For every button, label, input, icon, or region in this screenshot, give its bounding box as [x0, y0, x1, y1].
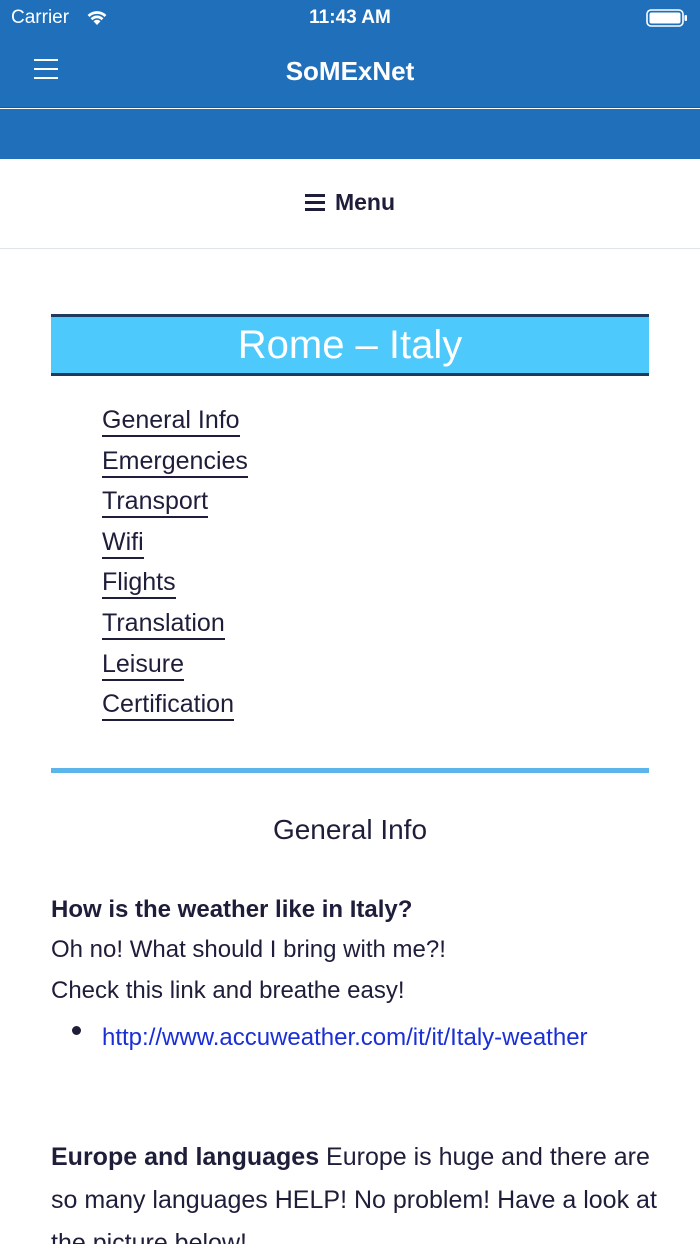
list-item: Emergencies — [102, 446, 248, 488]
link-general-info[interactable]: General Info — [102, 406, 240, 437]
list-item: Flights — [102, 568, 248, 609]
link-flights[interactable]: Flights — [102, 568, 176, 600]
battery-icon — [646, 9, 687, 27]
list-item: Leisure — [102, 649, 248, 691]
list-item: Transport — [102, 487, 248, 528]
status-time: 11:43 AM — [309, 7, 391, 28]
section-divider — [51, 768, 649, 773]
section-link-list: General Info Emergencies Transport Wifi … — [102, 406, 248, 731]
section-heading: General Info — [272, 814, 428, 845]
menu-toggle-button[interactable]: Menu — [0, 189, 700, 216]
weather-question: How is the weather like in Italy? — [51, 896, 413, 923]
link-wifi[interactable]: Wifi — [102, 527, 144, 559]
page-title: Rome – Italy — [237, 323, 463, 367]
link-emergencies[interactable]: Emergencies — [102, 446, 248, 478]
europe-heading: Europe and languages — [51, 1143, 320, 1171]
page-title-banner: Rome – Italy — [51, 314, 649, 376]
weather-link[interactable]: http://www.accuweather.com/it/it/Italy-w… — [102, 1017, 602, 1058]
list-item: General Info — [102, 406, 248, 447]
link-certification[interactable]: Certification — [102, 690, 234, 722]
link-transport[interactable]: Transport — [102, 487, 209, 519]
header-band — [0, 109, 700, 159]
menu-label: Menu — [334, 189, 396, 215]
app-title: SoMExNet — [285, 56, 415, 86]
europe-paragraph: Europe and languages Europe is huge and … — [51, 1136, 661, 1244]
link-leisure[interactable]: Leisure — [102, 649, 184, 681]
body-text-line: Oh no! What should I bring with me?! — [51, 936, 446, 963]
body-text-line: Check this link and breathe easy! — [51, 977, 405, 1004]
menu-bar: Menu — [0, 159, 700, 249]
list-item: Translation — [102, 608, 248, 650]
navigation-bar: SoMExNet — [0, 36, 700, 108]
list-item: Certification — [102, 690, 248, 731]
bullet-icon — [72, 1026, 81, 1035]
link-translation[interactable]: Translation — [102, 608, 225, 640]
status-bar: Carrier 11:43 AM — [0, 0, 700, 36]
list-item: Wifi — [102, 527, 248, 569]
menu-icon — [304, 194, 325, 212]
